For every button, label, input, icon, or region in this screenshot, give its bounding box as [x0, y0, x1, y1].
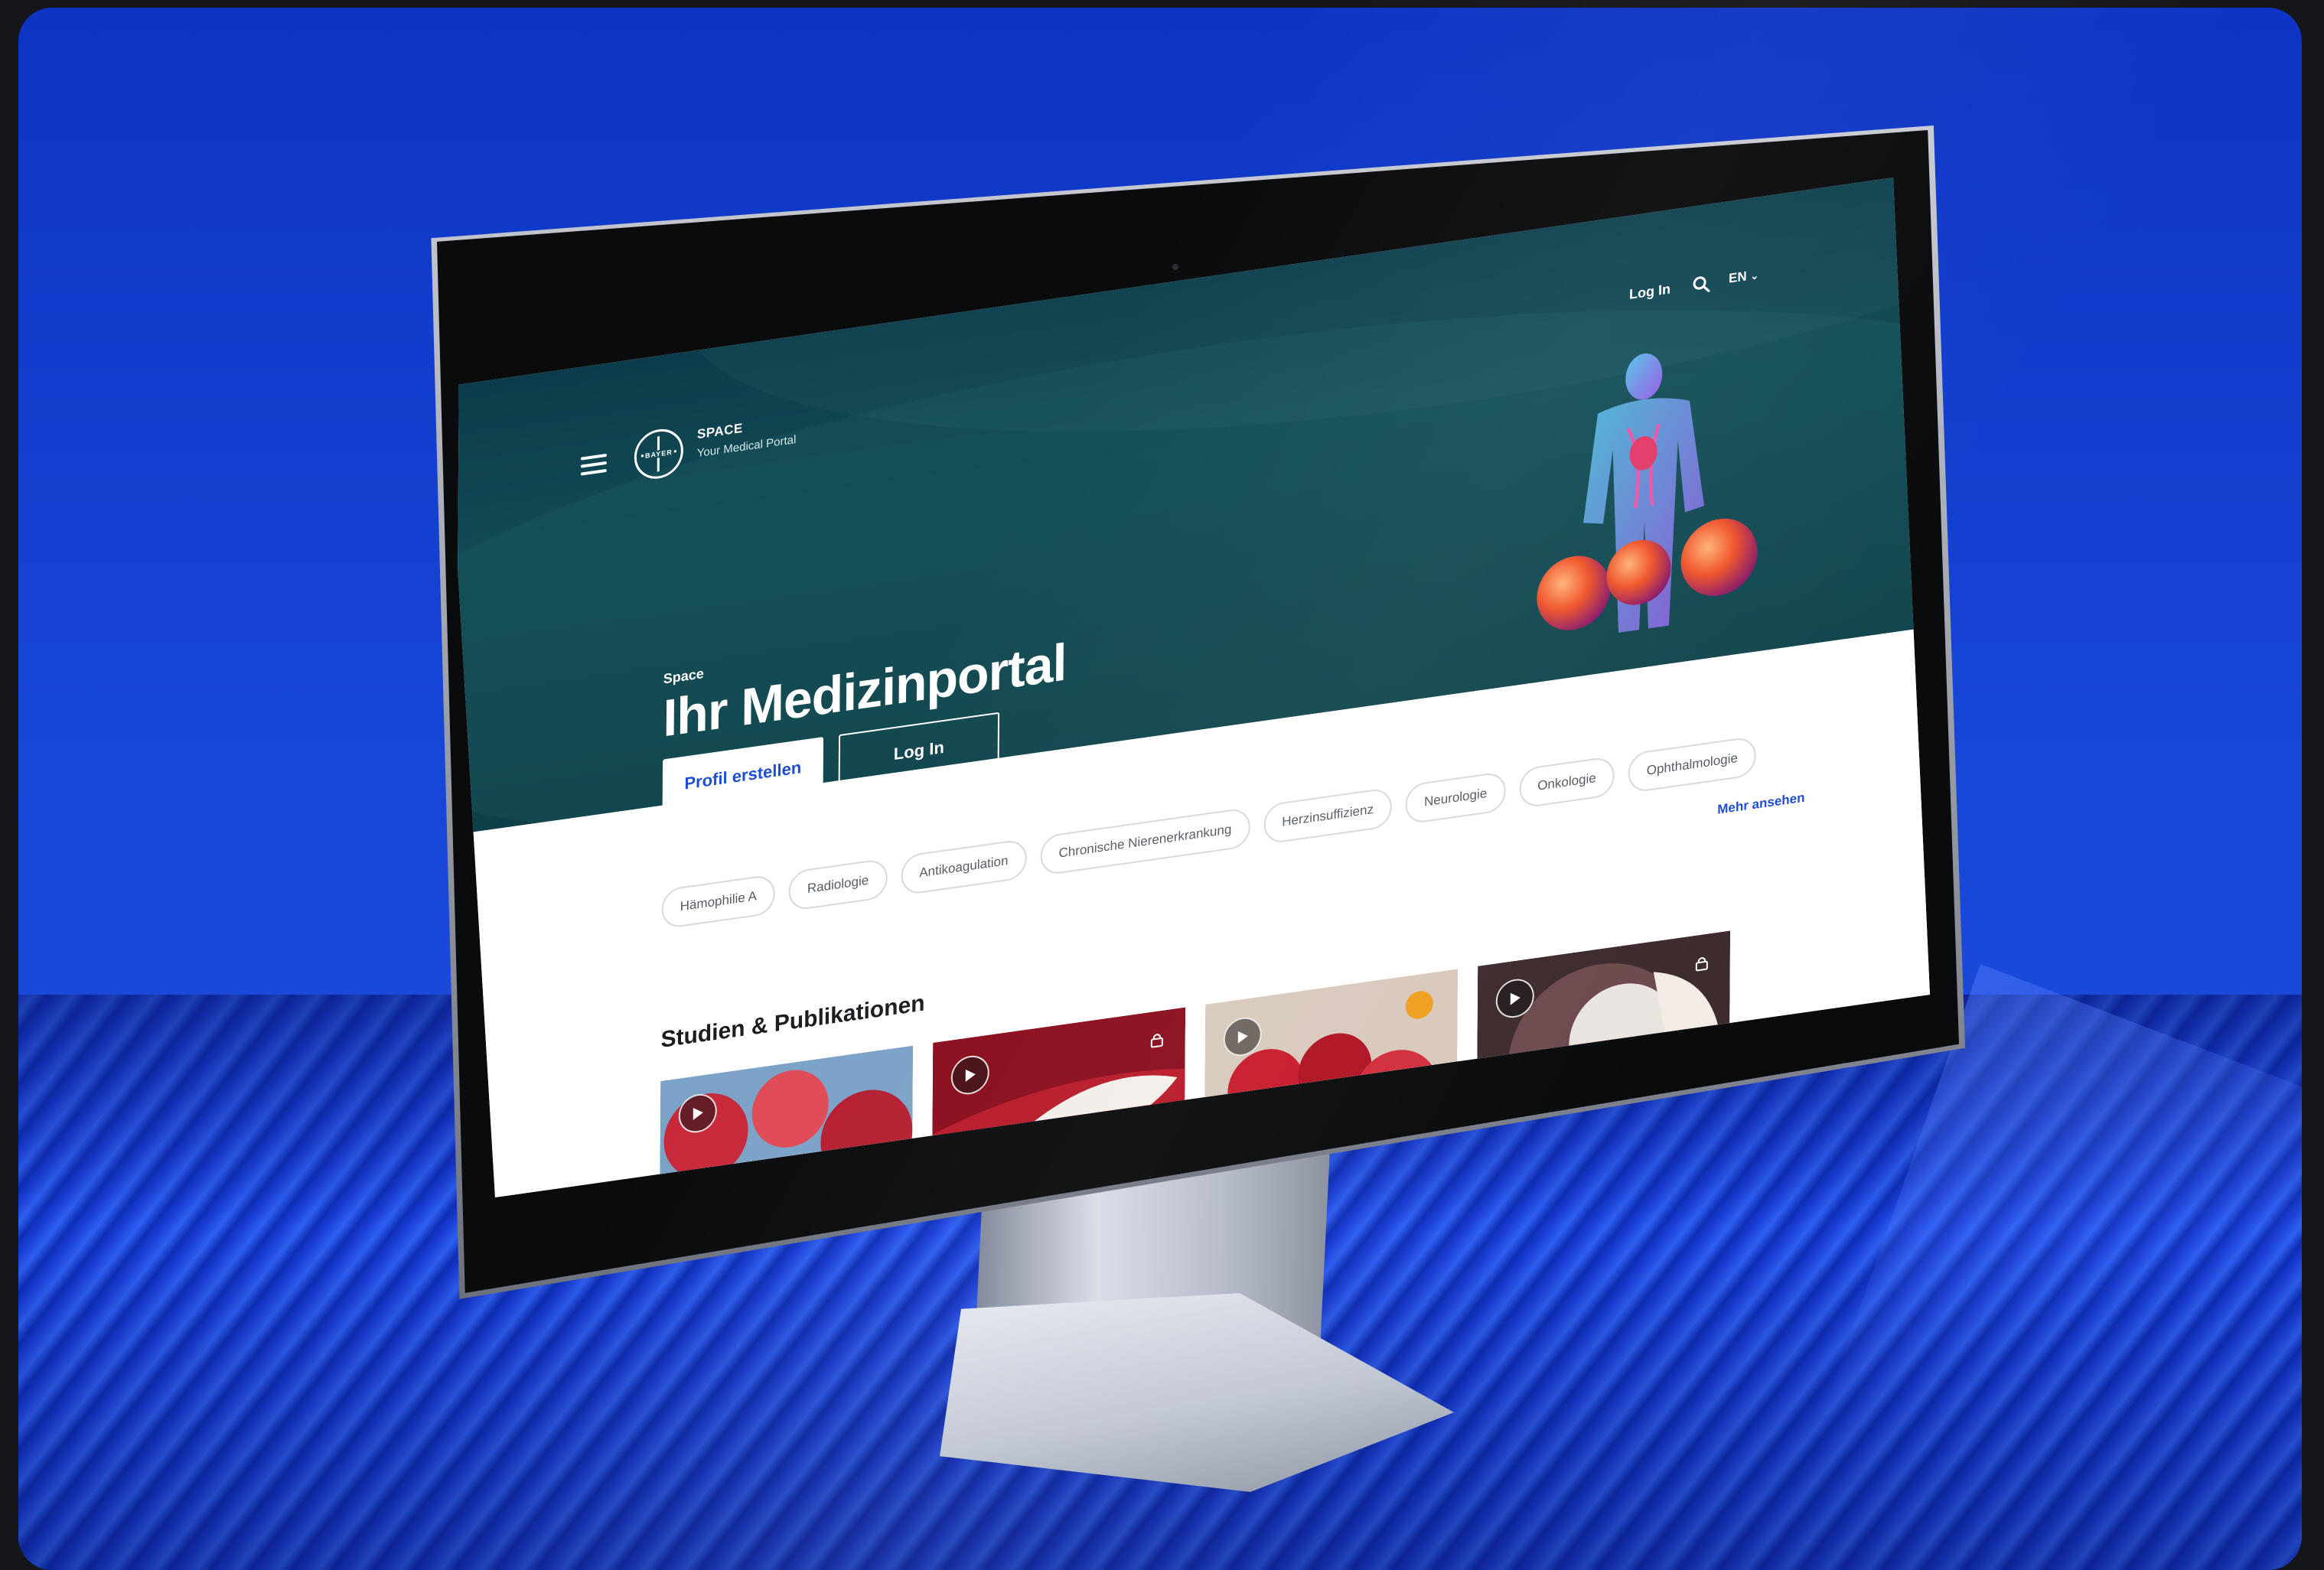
anatomy-illustration	[1537, 353, 1758, 633]
camera-dot	[1172, 264, 1178, 270]
search-icon[interactable]	[1692, 274, 1710, 295]
topic-chip-kidney-disease[interactable]: Chronische Nierenerkrankung	[1040, 806, 1250, 877]
language-label: EN	[1729, 269, 1747, 286]
hamburger-menu-icon[interactable]	[580, 453, 607, 477]
chevron-down-icon: ⌄	[1750, 269, 1759, 282]
topic-chip-radiology[interactable]: Radiologie	[788, 858, 888, 912]
brand-name: SPACE	[696, 420, 743, 442]
section-title: Studien & Publikationen	[660, 990, 925, 1053]
lock-icon	[1150, 1034, 1163, 1048]
topic-chip-haemophilia[interactable]: Hämophilie A	[661, 873, 776, 930]
topic-chip-ophthalmology[interactable]: Ophthalmologie	[1628, 735, 1757, 794]
see-more-link[interactable]: Mehr ansehen	[1717, 790, 1804, 818]
lock-icon	[1695, 957, 1708, 972]
topic-chip-anticoagulation[interactable]: Antikoagulation	[901, 838, 1027, 896]
topic-chip-heart-failure[interactable]: Herzinsuffizienz	[1263, 787, 1393, 845]
topic-chip-neurology[interactable]: Neurologie	[1405, 770, 1506, 826]
topic-chip-oncology[interactable]: Onkologie	[1519, 755, 1615, 809]
